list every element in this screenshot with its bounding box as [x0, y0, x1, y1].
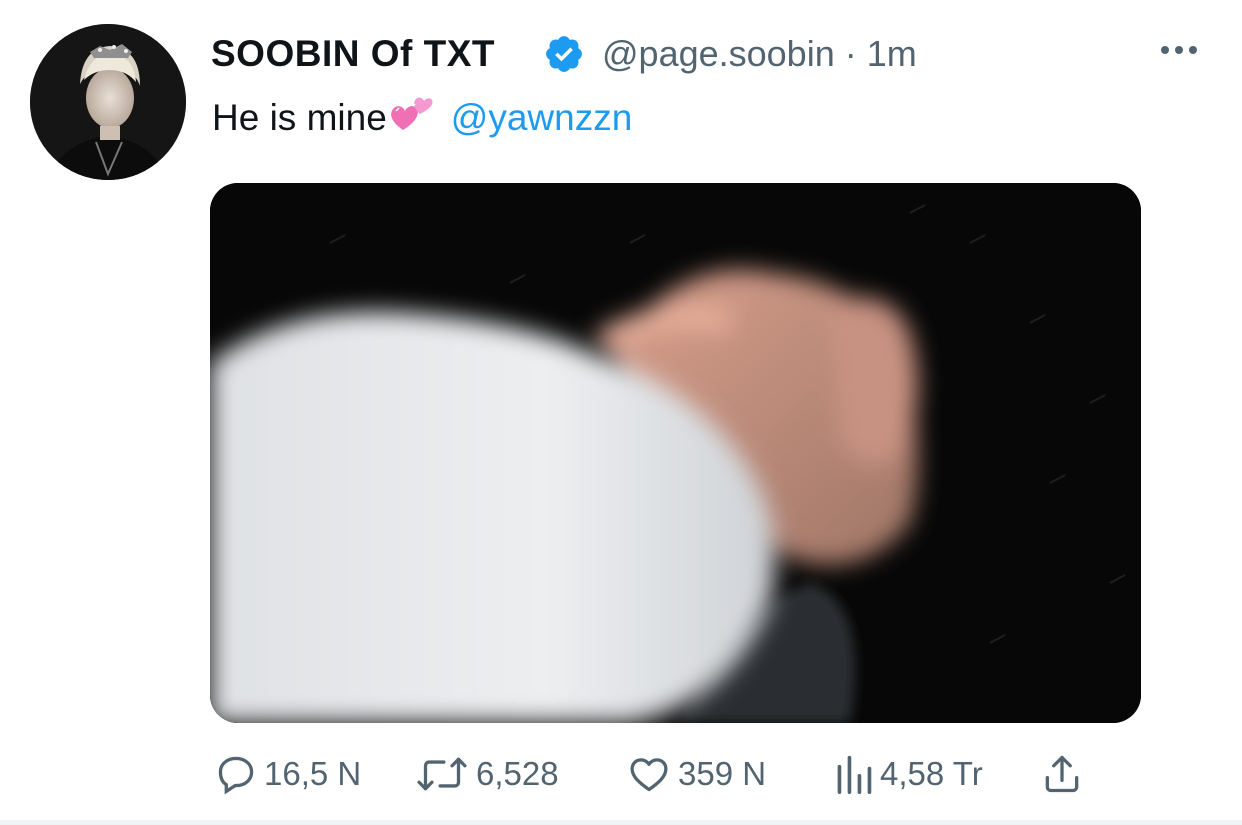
reply-count: 16,5 N	[264, 755, 362, 792]
reply-button[interactable]: 16,5 N	[214, 748, 361, 800]
author-display-name[interactable]: SOOBIN Of TXT	[211, 33, 495, 75]
avatar-image	[30, 24, 186, 180]
like-count: 359 N	[678, 755, 767, 792]
retweet-icon	[417, 757, 467, 791]
like-button[interactable]: 359 N	[626, 748, 766, 800]
like-icon	[630, 758, 668, 792]
views-count: 4,58 Tr	[880, 755, 983, 792]
tweet-meta: @page.soobin · 1m	[602, 33, 917, 75]
author-handle[interactable]: @page.soobin	[602, 33, 835, 74]
tweet-divider	[0, 820, 1242, 825]
tweet-timestamp[interactable]: 1m	[867, 33, 917, 74]
tweet-body: He is mine	[212, 97, 387, 138]
tweet-media-photo[interactable]	[210, 183, 1141, 723]
more-options-icon[interactable]	[1158, 40, 1200, 60]
two-hearts-emoji	[390, 97, 433, 130]
tweet-text: He is mine @yawnzzn	[212, 96, 632, 139]
photo-image	[210, 183, 1141, 723]
meta-separator: ·	[844, 33, 857, 74]
share-icon	[1045, 755, 1079, 793]
tweet-action-bar: 16,5 N 6,528 359 N 4,58 Tr	[0, 748, 1242, 800]
retweet-count: 6,528	[476, 755, 559, 792]
mention-link[interactable]: @yawnzzn	[451, 97, 633, 138]
views-button[interactable]: 4,58 Tr	[834, 748, 983, 800]
views-icon	[837, 755, 872, 794]
retweet-button[interactable]: 6,528	[414, 748, 559, 800]
share-button[interactable]	[1040, 748, 1084, 800]
reply-icon	[218, 756, 254, 795]
author-avatar[interactable]	[30, 24, 186, 180]
verified-badge-icon	[546, 36, 582, 72]
